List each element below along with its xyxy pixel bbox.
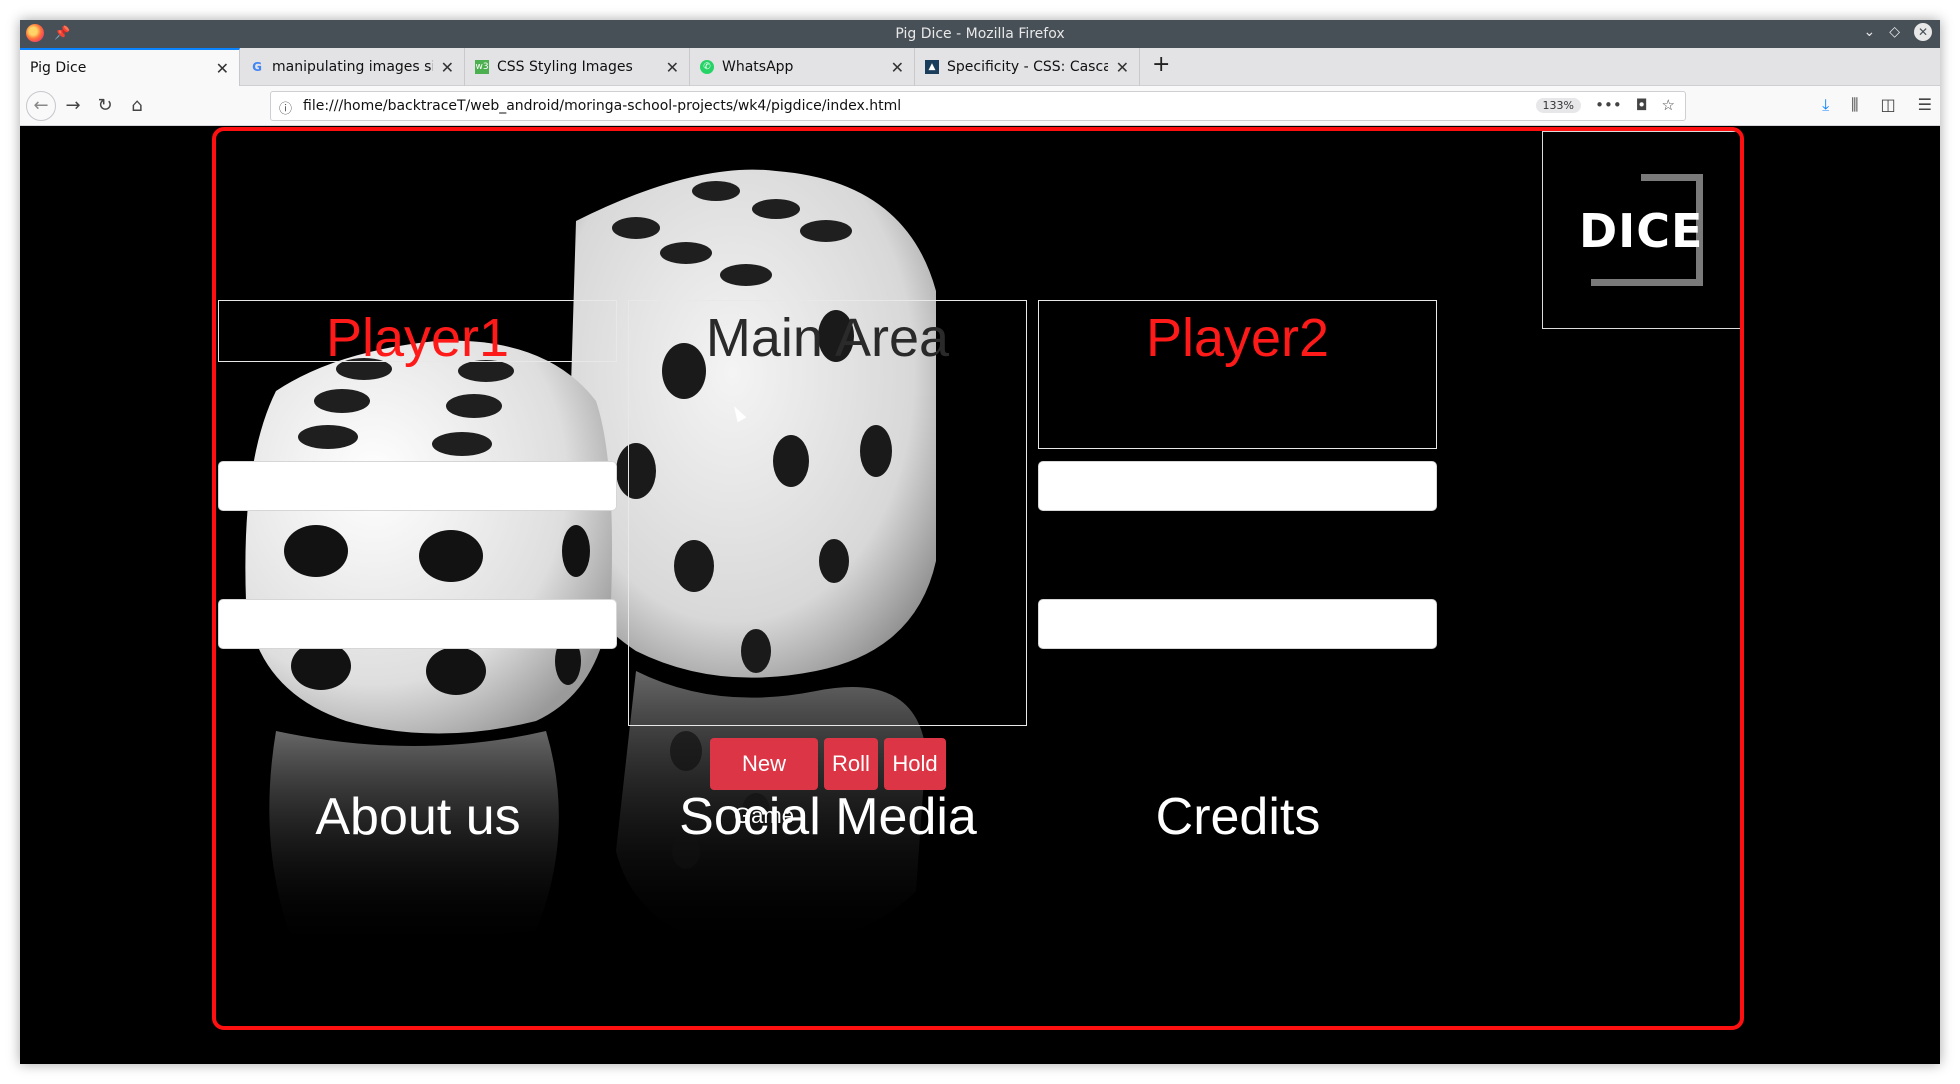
zoom-indicator[interactable]: 133% [1535, 98, 1581, 113]
player2-panel: Player2 [1038, 300, 1437, 449]
tab-specificity-mdn[interactable]: ▲ Specificity - CSS: Cascading ✕ [915, 48, 1140, 86]
player2-score-field[interactable] [1038, 461, 1437, 511]
main-area-panel: Main Area [628, 300, 1027, 726]
back-button[interactable]: ← [26, 91, 56, 121]
pocket-icon[interactable]: ◘ [1636, 96, 1648, 114]
footer-credits[interactable]: Credits [988, 787, 1488, 847]
tab-label: WhatsApp [722, 59, 794, 75]
player1-score-field[interactable] [218, 461, 617, 511]
page-actions-icon[interactable]: ••• [1595, 96, 1622, 114]
minimize-icon[interactable]: ⌄ [1863, 24, 1875, 40]
maximize-icon[interactable]: ◇ [1889, 24, 1900, 40]
forward-button[interactable]: → [60, 93, 86, 119]
library-icon[interactable]: ⫼ [1851, 95, 1858, 115]
tab-google-search[interactable]: G manipulating images sizes ✕ [240, 48, 465, 86]
player1-total-field[interactable] [218, 599, 617, 649]
dice-logo: DICE [1542, 131, 1740, 329]
player1-title: Player1 [325, 308, 510, 368]
tab-whatsapp[interactable]: ✆ WhatsApp ✕ [690, 48, 915, 86]
tab-label: Specificity - CSS: Cascading [947, 59, 1108, 75]
tab-label: CSS Styling Images [497, 59, 633, 75]
google-icon: G [252, 60, 262, 74]
tab-close-icon[interactable]: ✕ [666, 58, 679, 77]
tab-close-icon[interactable]: ✕ [441, 58, 454, 77]
roll-button[interactable]: Roll [824, 738, 878, 790]
window-title: Pig Dice - Mozilla Firefox [895, 26, 1065, 42]
tab-bar: Pig Dice ✕ G manipulating images sizes ✕… [20, 48, 1940, 86]
info-icon[interactable]: ⓘ [279, 98, 292, 117]
tab-pig-dice[interactable]: Pig Dice ✕ [20, 48, 240, 86]
whatsapp-icon: ✆ [700, 60, 714, 74]
player1-panel: Player1 [218, 300, 617, 368]
new-game-button[interactable]: New Game [710, 738, 818, 828]
url-text[interactable]: file:///home/backtraceT/web_android/mori… [303, 98, 901, 114]
sidebar-icon[interactable]: ◫ [1881, 95, 1896, 115]
tab-close-icon[interactable]: ✕ [1116, 58, 1129, 77]
browser-window: 📌 Pig Dice - Mozilla Firefox ⌄ ◇ ✕ Pig D… [20, 20, 1940, 1064]
logo-text: DICE [1579, 204, 1704, 258]
main-area-title: Main Area [705, 308, 950, 368]
w3schools-icon: w3 [475, 60, 489, 74]
title-bar: 📌 Pig Dice - Mozilla Firefox ⌄ ◇ ✕ [20, 20, 1940, 48]
tab-label: manipulating images sizes [272, 59, 433, 75]
close-window-icon[interactable]: ✕ [1914, 23, 1932, 41]
menu-icon[interactable]: ☰ [1918, 95, 1932, 115]
mdn-icon: ▲ [925, 60, 939, 74]
player2-title: Player2 [1145, 308, 1330, 368]
hold-button[interactable]: Hold [884, 738, 946, 790]
reload-button[interactable]: ↻ [92, 93, 118, 119]
home-button[interactable]: ⌂ [124, 93, 150, 119]
downloads-icon[interactable]: ⤓ [1822, 95, 1829, 115]
game-frame: DICE Player1 Main Area Player2 New Game … [212, 127, 1744, 1030]
tab-css-styling-images[interactable]: w3 CSS Styling Images ✕ [465, 48, 690, 86]
tab-label: Pig Dice [30, 60, 87, 76]
page-content: DICE Player1 Main Area Player2 New Game … [20, 126, 1940, 1064]
tab-close-icon[interactable]: ✕ [216, 59, 229, 78]
player2-total-field[interactable] [1038, 599, 1437, 649]
bookmark-star-icon[interactable]: ☆ [1662, 96, 1675, 114]
new-tab-button[interactable]: + [1152, 52, 1170, 77]
tab-close-icon[interactable]: ✕ [891, 58, 904, 77]
navigation-bar: ← → ↻ ⌂ ⓘ file:///home/backtraceT/web_an… [20, 86, 1940, 126]
url-bar[interactable]: ⓘ file:///home/backtraceT/web_android/mo… [270, 91, 1686, 121]
